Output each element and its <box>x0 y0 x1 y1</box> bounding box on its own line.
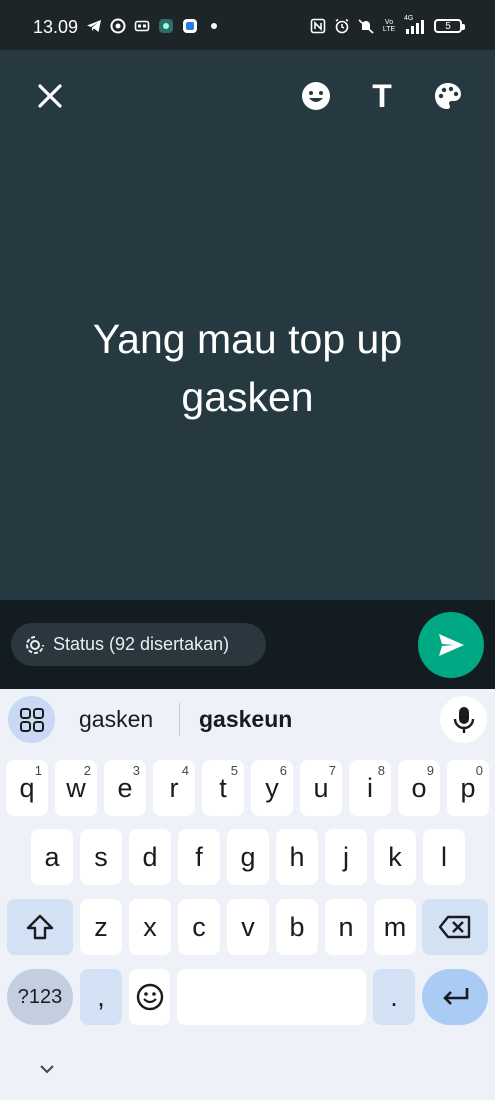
compose-bar: Status (92 disertakan) <box>0 600 495 689</box>
status-bar: 13.09 Vo LTE 4G 5 <box>0 0 495 50</box>
period-key[interactable]: . <box>373 969 415 1025</box>
dot-icon <box>206 18 222 34</box>
space-key[interactable] <box>177 969 366 1025</box>
shift-icon <box>26 914 54 940</box>
key-d[interactable]: d <box>129 829 171 885</box>
enter-key[interactable] <box>422 969 488 1025</box>
backspace-key[interactable] <box>422 899 488 955</box>
key-c[interactable]: c <box>178 899 220 955</box>
key-i[interactable]: i8 <box>349 760 391 816</box>
key-hint: 8 <box>377 763 385 778</box>
key-hint: 6 <box>279 763 287 778</box>
palette-icon <box>435 83 461 109</box>
signal-4g-icon: 4G <box>404 15 426 34</box>
key-v[interactable]: v <box>227 899 269 955</box>
key-hint: 5 <box>230 763 238 778</box>
key-m[interactable]: m <box>374 899 416 955</box>
suggestion-divider <box>179 703 180 736</box>
key-g[interactable]: g <box>227 829 269 885</box>
key-u[interactable]: u7 <box>300 760 342 816</box>
key-z[interactable]: z <box>80 899 122 955</box>
suggestion-2[interactable]: gaskeun <box>199 706 292 733</box>
alarm-icon <box>334 18 350 34</box>
shift-key[interactable] <box>7 899 73 955</box>
key-a[interactable]: a <box>31 829 73 885</box>
emoji-key[interactable] <box>129 969 170 1025</box>
key-f[interactable]: f <box>178 829 220 885</box>
symbols-key[interactable]: ?123 <box>7 969 73 1025</box>
nfc-icon <box>310 18 326 34</box>
app-icon <box>182 18 198 34</box>
app-icon <box>158 18 174 34</box>
key-l[interactable]: l <box>423 829 465 885</box>
backspace-icon <box>438 915 471 939</box>
background-color-button[interactable] <box>428 76 468 116</box>
key-hint: 7 <box>328 763 336 778</box>
key-hint: 9 <box>426 763 434 778</box>
hide-keyboard-chevron-icon[interactable] <box>35 1057 59 1081</box>
grid-icon <box>19 707 44 732</box>
emoji-icon <box>136 983 163 1011</box>
key-o[interactable]: o9 <box>398 760 440 816</box>
key-hint: 0 <box>475 763 483 778</box>
key-r[interactable]: r4 <box>153 760 195 816</box>
mute-icon <box>358 18 374 34</box>
battery-icon: 5 <box>434 19 465 33</box>
key-t[interactable]: t5 <box>202 760 244 816</box>
status-audience-chip[interactable]: Status (92 disertakan) <box>11 623 266 666</box>
chrome-icon <box>110 18 126 34</box>
emoji-icon <box>302 82 330 110</box>
text-style-button[interactable]: T <box>362 76 402 116</box>
key-h[interactable]: h <box>276 829 318 885</box>
send-icon <box>439 634 464 656</box>
keyboard-apps-button[interactable] <box>8 696 55 743</box>
key-q[interactable]: q1 <box>6 760 48 816</box>
key-e[interactable]: e3 <box>104 760 146 816</box>
key-w[interactable]: w2 <box>55 760 97 816</box>
suggestion-strip: gasken gaskeun <box>0 689 495 749</box>
audience-label: Status (92 disertakan) <box>53 634 230 654</box>
close-button[interactable] <box>30 76 70 116</box>
emoji-button[interactable] <box>296 76 336 116</box>
key-x[interactable]: x <box>129 899 171 955</box>
suggestion-1[interactable]: gasken <box>79 706 153 733</box>
enter-icon <box>443 988 469 1005</box>
status-time: 13.09 <box>33 17 79 37</box>
comma-key[interactable]: , <box>80 969 122 1025</box>
key-s[interactable]: s <box>80 829 122 885</box>
close-icon <box>38 84 62 108</box>
key-b[interactable]: b <box>276 899 318 955</box>
volte-icon: Vo LTE <box>382 19 396 33</box>
text-icon: T <box>372 77 392 114</box>
system-icons: Vo LTE 4G 5 <box>310 15 465 34</box>
key-k[interactable]: k <box>374 829 416 885</box>
status-ring-icon <box>26 635 44 654</box>
voice-input-button[interactable] <box>440 696 487 743</box>
key-j[interactable]: j <box>325 829 367 885</box>
keyboard: gasken gaskeun q1w2e3r4t5y6u7i8o9p0 asdf… <box>0 689 495 1100</box>
notification-icons <box>86 18 222 34</box>
send-button[interactable] <box>418 612 484 678</box>
key-hint: 4 <box>181 763 189 778</box>
status-text-content[interactable]: Yang mau top up gasken <box>0 310 495 426</box>
key-y[interactable]: y6 <box>251 760 293 816</box>
mic-icon <box>453 706 474 733</box>
key-hint: 1 <box>34 763 42 778</box>
key-hint: 2 <box>83 763 91 778</box>
cast-icon <box>134 18 150 34</box>
status-editor-canvas[interactable]: T Yang mau top up gasken <box>0 50 495 600</box>
key-n[interactable]: n <box>325 899 367 955</box>
telegram-icon <box>86 18 102 34</box>
key-p[interactable]: p0 <box>447 760 489 816</box>
key-hint: 3 <box>132 763 140 778</box>
